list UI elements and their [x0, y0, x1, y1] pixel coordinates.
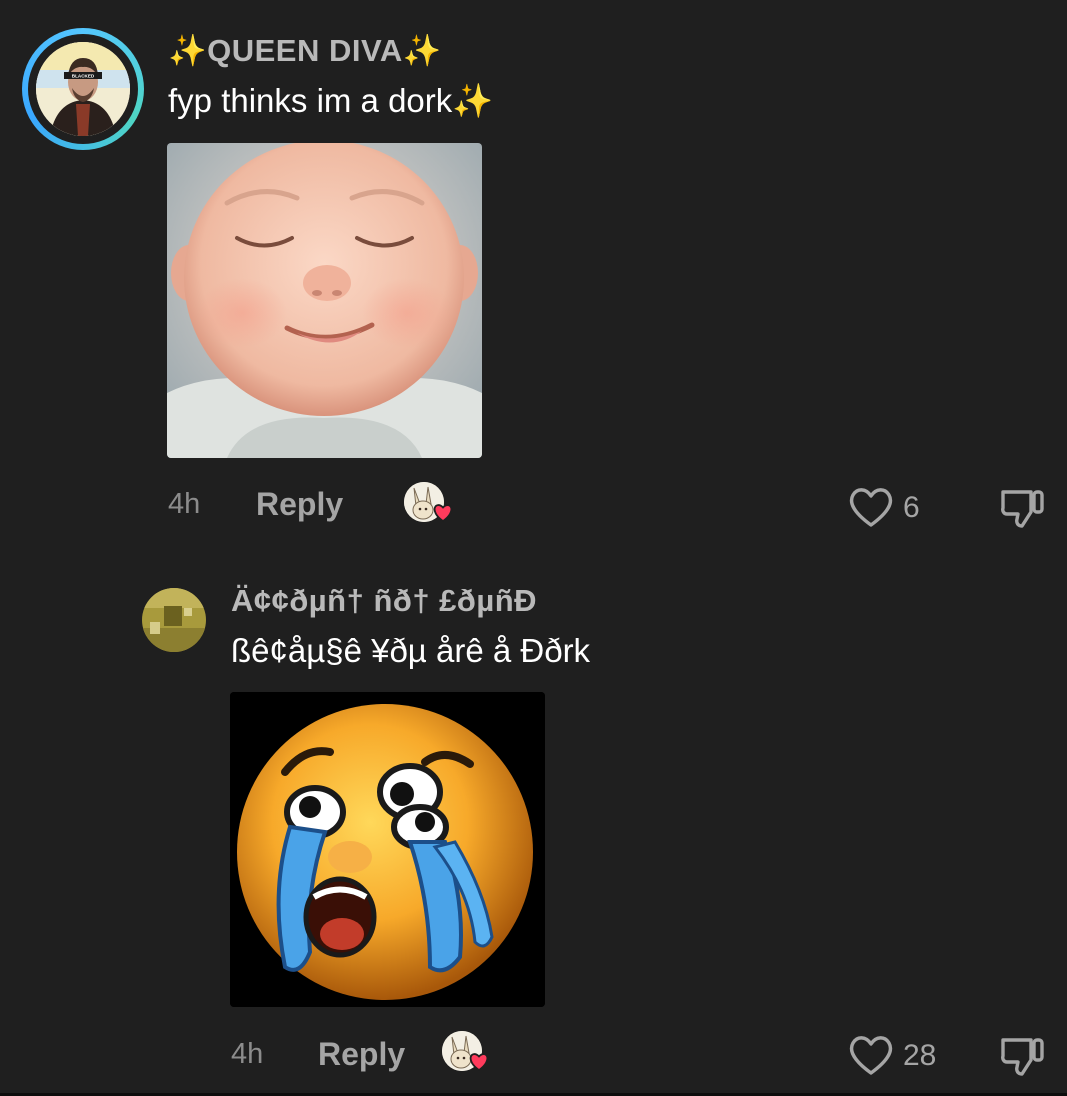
heart-outline-icon: [849, 1036, 893, 1075]
dislike-icon: [1001, 1038, 1044, 1076]
reply-username[interactable]: Ä¢¢ðµñ† ñð† £ðµñÐ: [231, 583, 537, 619]
dislike-button-2[interactable]: [998, 1034, 1046, 1083]
reply-button-2[interactable]: Reply: [318, 1036, 405, 1073]
like-count: 6: [903, 491, 920, 524]
like-count-2: 28: [903, 1039, 937, 1072]
heart-badge-icon: [433, 504, 453, 522]
heart-badge-icon: [469, 1053, 489, 1071]
comment-timestamp: 4h: [168, 488, 201, 520]
like-button-2[interactable]: [848, 1034, 894, 1081]
like-button[interactable]: [848, 486, 894, 533]
reply-commenter-avatar[interactable]: [142, 588, 206, 652]
dislike-button[interactable]: [998, 486, 1046, 535]
svg-text:BLACKED: BLACKED: [72, 74, 95, 79]
dislike-icon: [1001, 490, 1044, 528]
reply-text: ßê¢åµ§ê ¥ðµ årê å Ððrk: [231, 632, 591, 669]
comment-username[interactable]: ✨QUEEN DIVA✨: [168, 32, 442, 69]
sticker-image-crying-emoji[interactable]: [230, 692, 545, 1007]
comment-text: fyp thinks im a dork✨: [168, 82, 494, 119]
sticker-image-smiling-baby[interactable]: [167, 143, 482, 458]
liked-by-creator-badge-2: [442, 1031, 496, 1075]
reply-button[interactable]: Reply: [256, 486, 343, 523]
commenter-avatar[interactable]: BLACKED: [22, 28, 144, 150]
avatar-photo: BLACKED: [36, 42, 130, 136]
liked-by-creator-badge: [404, 482, 458, 526]
reply-timestamp: 4h: [231, 1038, 264, 1070]
heart-outline-icon: [849, 488, 893, 527]
